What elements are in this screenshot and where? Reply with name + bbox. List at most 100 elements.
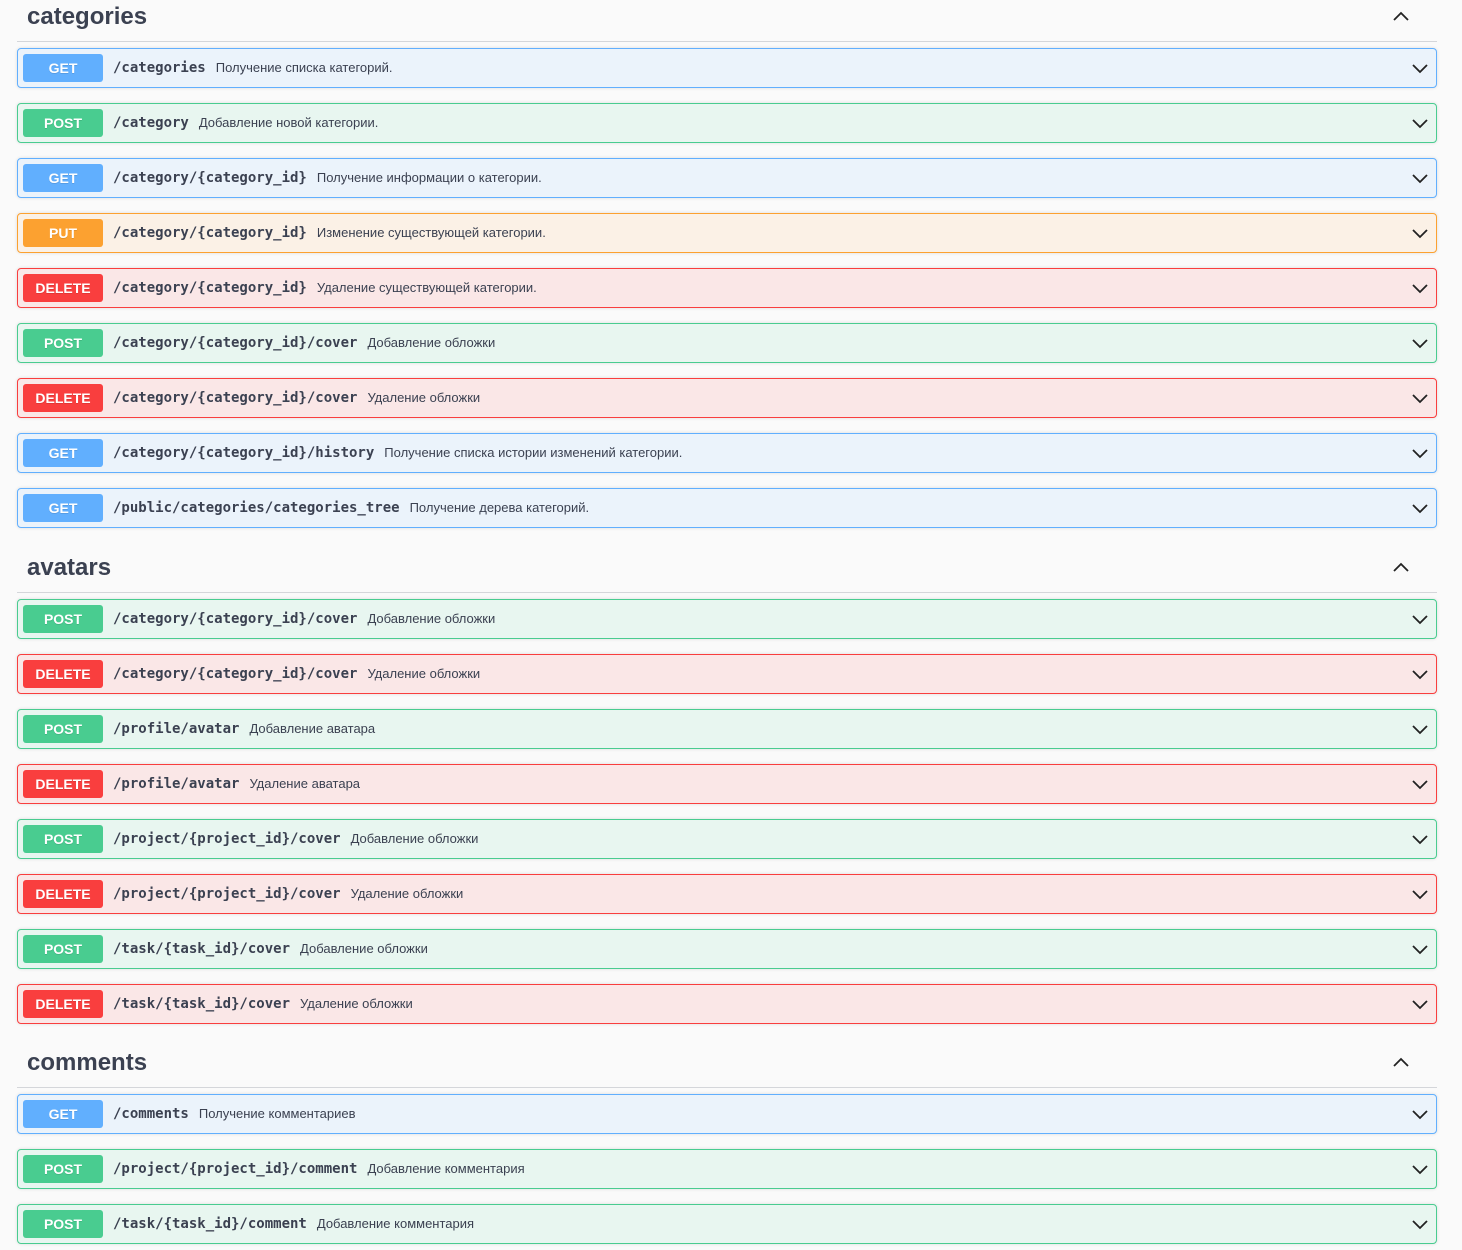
- method-badge: GET: [23, 54, 103, 82]
- operation-summary: Добавление новой категории.: [198, 115, 379, 130]
- chevron-up-icon[interactable]: [1391, 1052, 1411, 1072]
- operation-path-container: /categories Получение списка категорий.: [113, 49, 393, 87]
- operation-row[interactable]: DELETE/project/{project_id}/cover Удалени…: [17, 874, 1437, 914]
- operation-path: /categories: [113, 60, 206, 76]
- method-badge: GET: [23, 164, 103, 192]
- operation-path-container: /category/{category_id} Удаление существу…: [113, 269, 537, 307]
- operation-row[interactable]: POST/task/{task_id}/comment Добавление ко…: [17, 1204, 1437, 1244]
- operation-path-container: /category/{category_id}/cover Добавление …: [113, 324, 495, 362]
- method-badge: DELETE: [23, 770, 103, 798]
- operation-path-container: /project/{project_id}/cover Добавление об…: [113, 820, 478, 858]
- chevron-down-icon[interactable]: [1410, 498, 1430, 518]
- chevron-up-icon[interactable]: [1391, 557, 1411, 577]
- swagger-operations-list: categories GET/categories Получение списка…: [0, 0, 1462, 1250]
- operation-path: /category/{category_id}/cover: [113, 666, 358, 682]
- operation-row[interactable]: GET/category/{category_id} Получение инфо…: [17, 158, 1437, 198]
- section-title: comments: [27, 1049, 148, 1076]
- operation-row[interactable]: GET/categories Получение списка категорий…: [17, 48, 1437, 88]
- method-badge: POST: [23, 1210, 103, 1238]
- chevron-up-icon[interactable]: [1391, 6, 1411, 26]
- operation-path: /category: [113, 115, 189, 131]
- method-badge: DELETE: [23, 274, 103, 302]
- chevron-down-icon[interactable]: [1410, 1214, 1430, 1234]
- operation-row[interactable]: POST/project/{project_id}/comment Добавле…: [17, 1149, 1437, 1189]
- operation-path-container: /category/{category_id} Изменение существ…: [113, 214, 546, 252]
- operation-summary: Изменение существующей категории.: [316, 225, 546, 240]
- section-header-categories[interactable]: categories: [17, 0, 1437, 42]
- operation-row[interactable]: POST/profile/avatar Добавление аватара: [17, 709, 1437, 749]
- operation-row[interactable]: DELETE/task/{task_id}/cover Удаление обло…: [17, 984, 1437, 1024]
- operation-row[interactable]: POST/category Добавление новой категории.: [17, 103, 1437, 143]
- operation-row[interactable]: POST/task/{task_id}/cover Добавление обло…: [17, 929, 1437, 969]
- operation-path: /category/{category_id}/cover: [113, 335, 358, 351]
- operation-path: /category/{category_id}: [113, 170, 307, 186]
- method-badge: DELETE: [23, 990, 103, 1018]
- operation-path-container: /public/categories/categories_tree Получе…: [113, 489, 589, 527]
- method-badge: PUT: [23, 219, 103, 247]
- chevron-down-icon[interactable]: [1410, 719, 1430, 739]
- operation-path-container: /task/{task_id}/comment Добавление коммен…: [113, 1205, 474, 1243]
- operation-path-container: /task/{task_id}/cover Добавление обложки: [113, 930, 428, 968]
- chevron-down-icon[interactable]: [1410, 168, 1430, 188]
- section-title: avatars: [27, 554, 112, 581]
- operation-summary: Добавление обложки: [300, 941, 428, 956]
- chevron-down-icon[interactable]: [1410, 58, 1430, 78]
- method-badge: GET: [23, 439, 103, 467]
- operation-path: /comments: [113, 1106, 189, 1122]
- operation-summary: Получение списка истории изменений катег…: [384, 445, 683, 460]
- chevron-down-icon[interactable]: [1410, 884, 1430, 904]
- chevron-down-icon[interactable]: [1410, 774, 1430, 794]
- operation-path: /task/{task_id}/comment: [113, 1216, 307, 1232]
- operation-path: /category/{category_id}/cover: [113, 611, 358, 627]
- operation-path: /category/{category_id}/cover: [113, 390, 358, 406]
- operation-summary: Удаление обложки: [300, 996, 413, 1011]
- method-badge: POST: [23, 329, 103, 357]
- operation-path-container: /comments Получение комментариев: [113, 1095, 356, 1133]
- operation-summary: Добавление комментария: [367, 1161, 525, 1176]
- chevron-down-icon[interactable]: [1410, 388, 1430, 408]
- operation-summary: Добавление аватара: [249, 721, 376, 736]
- chevron-down-icon[interactable]: [1410, 278, 1430, 298]
- chevron-down-icon[interactable]: [1410, 223, 1430, 243]
- operation-path: /category/{category_id}/history: [113, 445, 375, 461]
- operation-summary: Получение дерева категорий.: [409, 500, 590, 515]
- operation-path: /project/{project_id}/comment: [113, 1161, 358, 1177]
- chevron-down-icon[interactable]: [1410, 1104, 1430, 1124]
- chevron-down-icon[interactable]: [1410, 1159, 1430, 1179]
- chevron-down-icon[interactable]: [1410, 994, 1430, 1014]
- chevron-down-icon[interactable]: [1410, 443, 1430, 463]
- method-badge: POST: [23, 935, 103, 963]
- chevron-down-icon[interactable]: [1410, 113, 1430, 133]
- operation-row[interactable]: GET/category/{category_id}/history Получе…: [17, 433, 1437, 473]
- operation-summary: Удаление обложки: [367, 390, 481, 405]
- operation-row[interactable]: DELETE/category/{category_id}/cover Удале…: [17, 378, 1437, 418]
- operation-row[interactable]: PUT/category/{category_id} Изменение суще…: [17, 213, 1437, 253]
- section-header-comments[interactable]: comments: [17, 1046, 1437, 1088]
- operation-path: /task/{task_id}/cover: [113, 941, 291, 957]
- operation-row[interactable]: DELETE/category/{category_id} Удаление су…: [17, 268, 1437, 308]
- operation-path-container: /category/{category_id}/cover Добавление …: [113, 600, 495, 638]
- operation-row[interactable]: POST/project/{project_id}/cover Добавлени…: [17, 819, 1437, 859]
- operation-summary: Получение комментариев: [198, 1106, 356, 1121]
- chevron-down-icon[interactable]: [1410, 939, 1430, 959]
- operation-row[interactable]: POST/category/{category_id}/cover Добавле…: [17, 323, 1437, 363]
- operation-row[interactable]: GET/public/categories/categories_tree Пол…: [17, 488, 1437, 528]
- method-badge: DELETE: [23, 384, 103, 412]
- chevron-down-icon[interactable]: [1410, 664, 1430, 684]
- operation-path: /category/{category_id}: [113, 225, 307, 241]
- section-header-avatars[interactable]: avatars: [17, 551, 1437, 593]
- operation-row[interactable]: POST/category/{category_id}/cover Добавле…: [17, 599, 1437, 639]
- chevron-down-icon[interactable]: [1410, 829, 1430, 849]
- operation-path: /public/categories/categories_tree: [113, 500, 400, 516]
- operation-path: /project/{project_id}/cover: [113, 886, 341, 902]
- chevron-down-icon[interactable]: [1410, 333, 1430, 353]
- operation-row[interactable]: DELETE/category/{category_id}/cover Удале…: [17, 654, 1437, 694]
- chevron-down-icon[interactable]: [1410, 609, 1430, 629]
- operation-path: /task/{task_id}/cover: [113, 996, 291, 1012]
- operation-row[interactable]: GET/comments Получение комментариев: [17, 1094, 1437, 1134]
- operation-summary: Удаление обложки: [367, 666, 481, 681]
- operation-summary: Удаление аватара: [249, 776, 361, 791]
- operation-row[interactable]: DELETE/profile/avatar Удаление аватара: [17, 764, 1437, 804]
- method-badge: POST: [23, 825, 103, 853]
- method-badge: DELETE: [23, 660, 103, 688]
